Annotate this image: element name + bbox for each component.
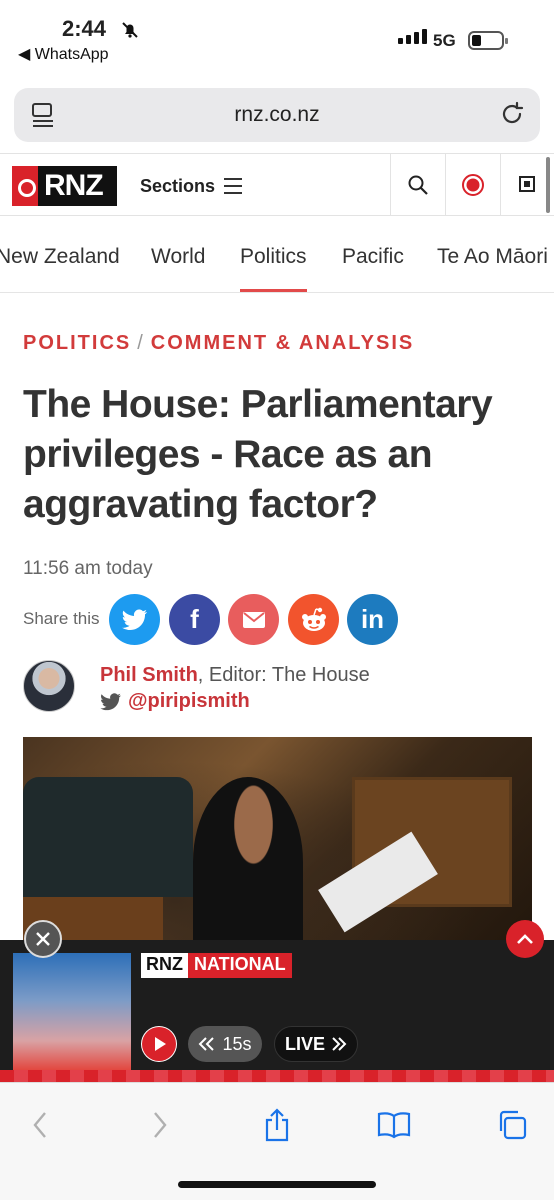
- nav-item-world[interactable]: World: [151, 245, 205, 269]
- breadcrumb-comment-analysis[interactable]: COMMENT & ANALYSIS: [151, 332, 414, 354]
- rewind-15s-button[interactable]: 15s: [188, 1026, 262, 1062]
- play-icon: [142, 1027, 176, 1061]
- reload-icon[interactable]: [498, 100, 526, 133]
- facebook-icon: f: [190, 604, 199, 634]
- audio-player: RNZ NATIONAL 15s LIVE: [0, 940, 554, 1070]
- search-button[interactable]: [390, 154, 445, 216]
- window-icon: [519, 176, 535, 192]
- article-headline: The House: Parliamentary privileges - Ra…: [23, 383, 493, 526]
- author-byline: Phil Smith, Editor: The House: [100, 664, 370, 687]
- station-brand-national: NATIONAL: [188, 953, 292, 978]
- nav-item-politics[interactable]: Politics: [240, 245, 307, 292]
- email-icon: [242, 611, 265, 628]
- page: 2:44 ◀ WhatsApp 5G rnz.co.nz RNZ Section…: [0, 0, 554, 1200]
- breadcrumb-politics[interactable]: POLITICS: [23, 332, 131, 354]
- play-button[interactable]: [141, 1026, 177, 1062]
- search-icon: [408, 175, 428, 195]
- tabs-icon: [499, 1110, 527, 1140]
- network-type: 5G: [433, 31, 456, 50]
- forward-button[interactable]: [140, 1105, 180, 1145]
- share-icon: [265, 1108, 289, 1142]
- rnz-logo-text: RNZ: [44, 169, 104, 202]
- share-reddit-button[interactable]: [288, 594, 339, 645]
- nav-item-new-zealand[interactable]: New Zealand: [0, 245, 120, 269]
- author-name[interactable]: Phil Smith: [100, 664, 198, 686]
- home-indicator[interactable]: [178, 1181, 376, 1188]
- photo-speaker: [193, 777, 303, 942]
- share-button[interactable]: [257, 1105, 297, 1145]
- player-artwork: [13, 953, 131, 1070]
- author-role: , Editor: The House: [197, 664, 370, 686]
- live-button[interactable]: LIVE: [274, 1026, 358, 1062]
- linkedin-icon: in: [360, 604, 385, 634]
- author-avatar[interactable]: [23, 660, 75, 712]
- cellular-signal-icon: [398, 29, 427, 44]
- twitter-icon: [121, 608, 147, 630]
- close-player-button[interactable]: [24, 920, 62, 958]
- tabs-button[interactable]: [492, 1105, 532, 1145]
- url-text[interactable]: rnz.co.nz: [14, 103, 540, 127]
- nav-item-te-ao-maori[interactable]: Te Ao Māori: [437, 245, 548, 269]
- book-icon: [377, 1112, 411, 1139]
- back-button[interactable]: [20, 1105, 60, 1145]
- section-nav: New Zealand World Politics Pacific Te Ao…: [0, 217, 554, 293]
- share-facebook-button[interactable]: f: [169, 594, 220, 645]
- twitter-icon: [100, 692, 121, 710]
- address-bar[interactable]: rnz.co.nz: [14, 88, 540, 142]
- rewind-label: 15s: [222, 1033, 252, 1054]
- rnz-logo-mark-icon: [12, 166, 38, 206]
- chevron-left-icon: [33, 1112, 46, 1138]
- author-twitter[interactable]: @piripismith: [100, 690, 250, 713]
- station-brand-rnz: RNZ: [141, 953, 188, 978]
- status-time: 2:44: [62, 16, 107, 41]
- photo-chair: [23, 777, 193, 897]
- expand-player-button[interactable]: [506, 920, 544, 958]
- bell-muted-icon: [120, 20, 140, 45]
- record-icon: [462, 174, 484, 196]
- share-label: Share this: [23, 609, 100, 628]
- chevron-up-icon: [517, 934, 533, 944]
- live-label: LIVE: [284, 1033, 325, 1054]
- player-progress-strip: [0, 1070, 554, 1082]
- reddit-icon: [301, 607, 326, 631]
- breadcrumb: POLITICS / COMMENT & ANALYSIS: [23, 332, 414, 355]
- share-linkedin-button[interactable]: in: [347, 594, 398, 645]
- hamburger-icon[interactable]: [224, 178, 242, 199]
- back-to-app-link[interactable]: ◀ WhatsApp: [18, 44, 109, 64]
- page-scrollbar[interactable]: [546, 157, 550, 213]
- share-twitter-button[interactable]: [109, 594, 160, 645]
- breadcrumb-separator: /: [137, 332, 145, 354]
- article-timestamp: 11:56 am today: [23, 558, 153, 579]
- bookmarks-button[interactable]: [374, 1105, 414, 1145]
- author-handle[interactable]: @piripismith: [128, 690, 250, 713]
- sections-menu-label[interactable]: Sections: [140, 176, 215, 197]
- article-photo[interactable]: [23, 737, 532, 942]
- chevron-right-icon: [154, 1112, 167, 1138]
- site-header: RNZ Sections: [0, 153, 554, 216]
- nav-item-pacific[interactable]: Pacific: [342, 245, 404, 269]
- status-bar: 2:44 ◀ WhatsApp 5G: [0, 0, 554, 78]
- close-icon: [36, 932, 50, 946]
- battery-icon: [468, 31, 508, 50]
- forward-icon: [332, 1037, 347, 1051]
- share-email-button[interactable]: [228, 594, 279, 645]
- rewind-icon: [199, 1037, 215, 1051]
- rnz-logo[interactable]: RNZ: [12, 166, 117, 206]
- station-brand: RNZ NATIONAL: [141, 953, 292, 978]
- live-radio-button[interactable]: [445, 154, 500, 216]
